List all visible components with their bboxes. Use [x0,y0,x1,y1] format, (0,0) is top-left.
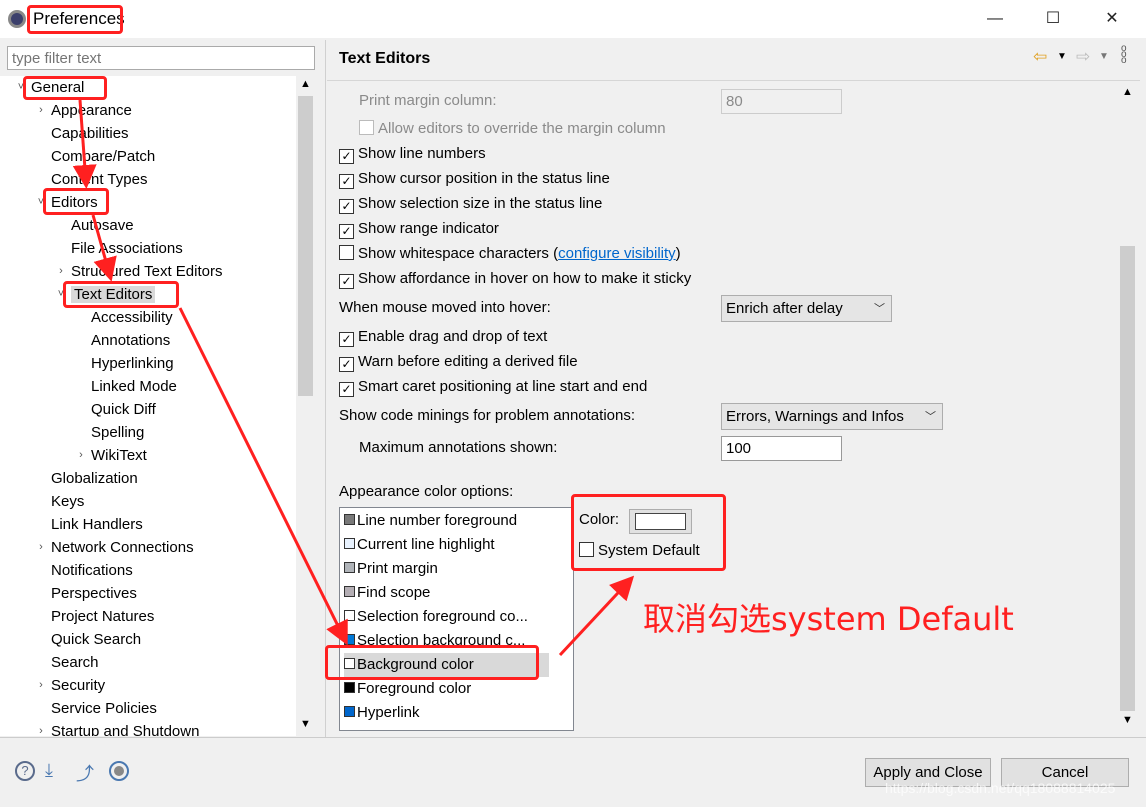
arrow-text-editors-to-background [178,307,348,646]
annotation-arrows [72,99,635,657]
arrow-editors-to-text-editors [91,214,117,282]
annotation-note: 取消勾选system Default [643,600,1014,638]
arrow-general-to-editors [72,99,97,189]
arrow-to-system-default [558,575,635,657]
